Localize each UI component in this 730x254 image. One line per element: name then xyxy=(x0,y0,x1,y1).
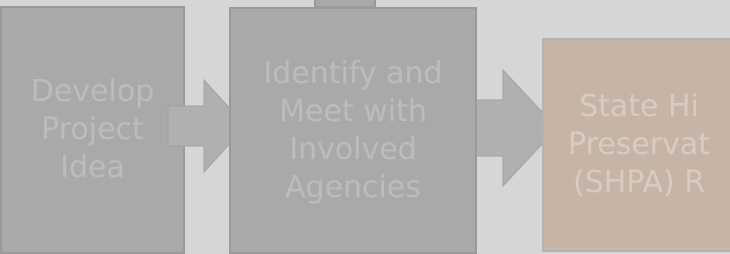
step-identify-agencies: Identify and Meet with Involved Agencies xyxy=(229,7,477,254)
step-label: State Hi Preservat (SHPA) R xyxy=(568,89,711,200)
step-shpa-review: State Hi Preservat (SHPA) R xyxy=(542,38,730,252)
step-label: Identify and Meet with Involved Agencies xyxy=(263,55,443,205)
